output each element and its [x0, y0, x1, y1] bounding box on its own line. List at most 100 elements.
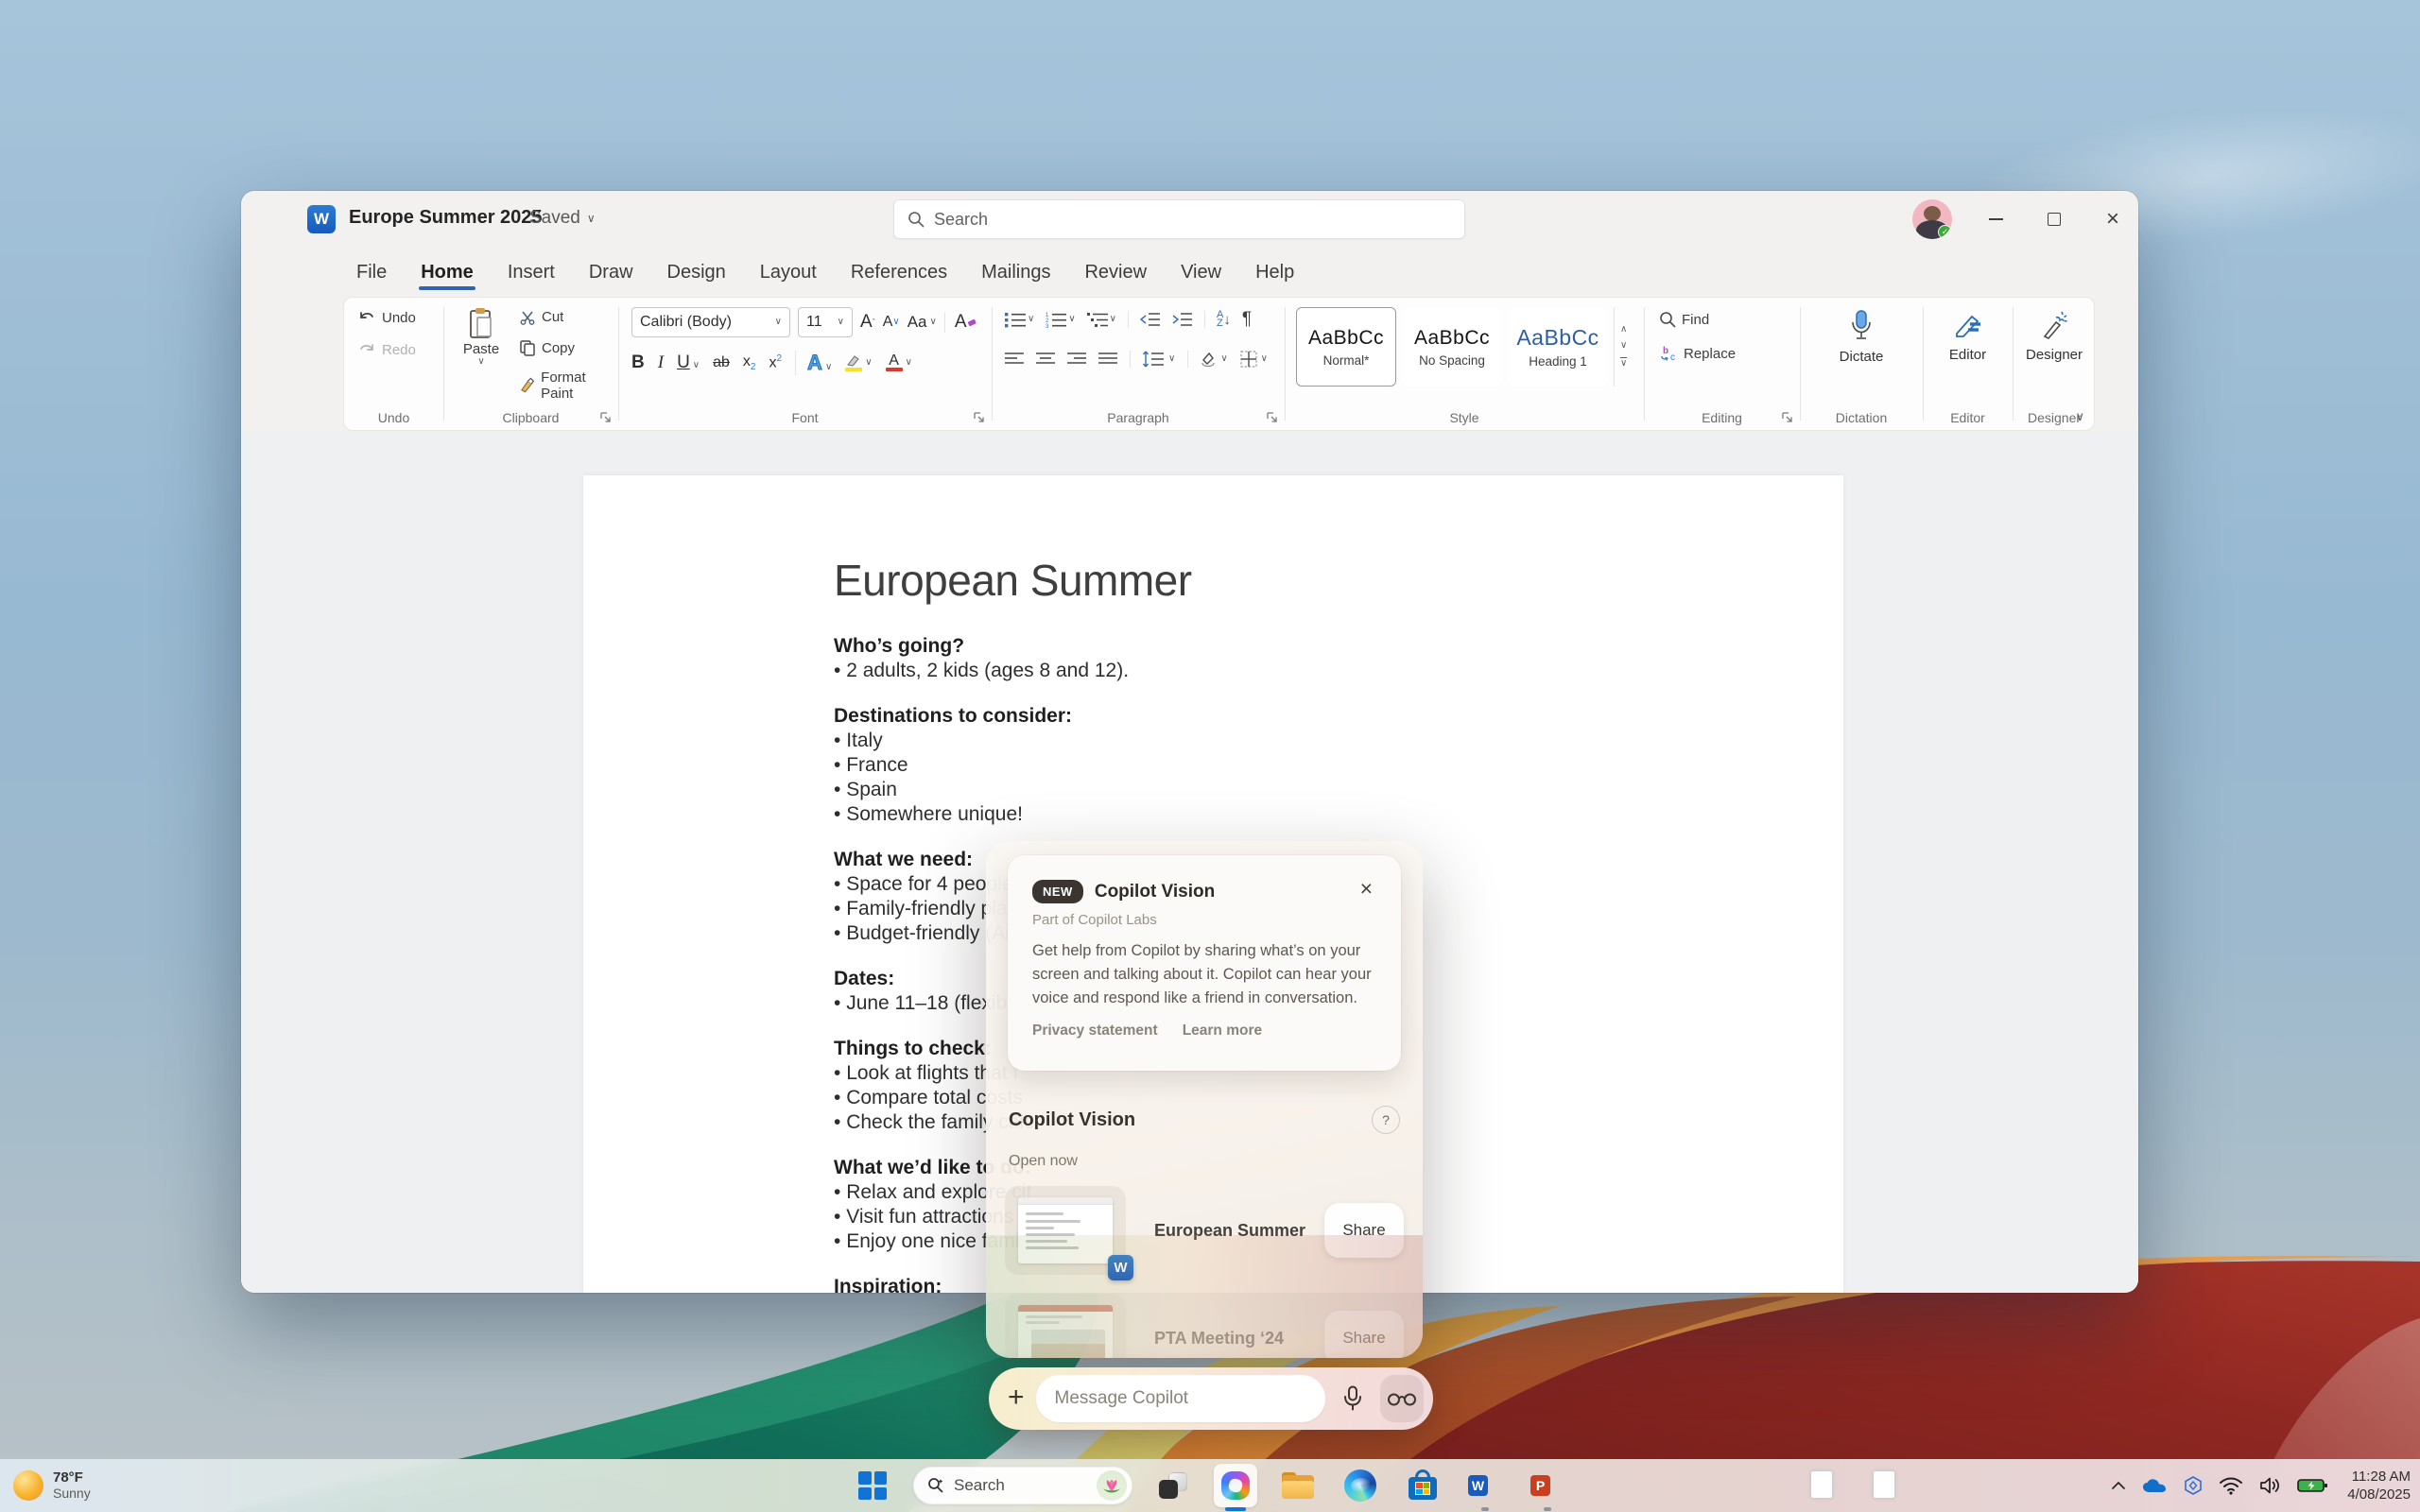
close-button[interactable]: ×: [2086, 191, 2138, 248]
tab-design[interactable]: Design: [654, 254, 739, 291]
superscript-button[interactable]: x2: [769, 353, 782, 371]
save-status[interactable]: Saved ∨: [529, 208, 596, 229]
start-button[interactable]: [851, 1464, 894, 1507]
style-gallery-more[interactable]: ∨: [1620, 357, 1627, 369]
edge-button[interactable]: [1339, 1464, 1382, 1507]
onedrive-icon[interactable]: [2141, 1477, 2168, 1494]
dictate-button[interactable]: Dictate: [1800, 309, 1923, 365]
tray-chevron-up-icon[interactable]: [2111, 1481, 2126, 1490]
powerpoint-thumbnail[interactable]: [1005, 1294, 1126, 1358]
format-painter-button[interactable]: Format Paint: [519, 369, 618, 402]
redo-button[interactable]: Redo: [357, 341, 416, 358]
tab-help[interactable]: Help: [1242, 254, 1307, 291]
paragraph-dialog-launcher[interactable]: [1266, 411, 1279, 424]
sort-button[interactable]: A Z ↓: [1204, 311, 1231, 328]
find-button[interactable]: Find: [1659, 311, 1709, 328]
wifi-icon[interactable]: [2219, 1476, 2243, 1495]
privacy-statement-link[interactable]: Privacy statement: [1032, 1022, 1158, 1040]
borders-button[interactable]: ∨: [1240, 351, 1268, 368]
undo-button[interactable]: Undo: [357, 309, 416, 326]
style-gallery-down[interactable]: ∨: [1620, 341, 1627, 351]
bullet-list-button[interactable]: ∨: [1005, 311, 1034, 328]
underline-button[interactable]: U ∨: [677, 352, 700, 373]
account-avatar[interactable]: ✓: [1912, 199, 1952, 239]
tab-layout[interactable]: Layout: [747, 254, 830, 291]
tab-home[interactable]: Home: [407, 254, 487, 291]
taskbar-clock[interactable]: 11:28 AM 4/08/2025: [2343, 1468, 2411, 1503]
file-explorer-button[interactable]: [1276, 1464, 1320, 1507]
word-search-box[interactable]: [893, 199, 1465, 239]
tab-view[interactable]: View: [1167, 254, 1235, 291]
numbered-list-button[interactable]: 123 ∨: [1046, 311, 1075, 328]
font-size-combo[interactable]: 11 ∨: [798, 307, 853, 337]
decrease-indent-button[interactable]: [1128, 311, 1161, 328]
word-doc-thumbnail[interactable]: W: [1005, 1186, 1126, 1275]
justify-button[interactable]: [1098, 352, 1117, 367]
show-formatting-button[interactable]: ¶: [1242, 309, 1252, 330]
tab-insert[interactable]: Insert: [494, 254, 568, 291]
font-family-combo[interactable]: Calibri (Body) ∨: [631, 307, 790, 337]
multilevel-list-button[interactable]: ∨: [1087, 311, 1116, 328]
change-case-button[interactable]: Aa ∨: [908, 313, 937, 332]
editor-button[interactable]: Editor: [1923, 309, 2013, 363]
clipboard-dialog-launcher[interactable]: [599, 411, 613, 424]
taskbar-search[interactable]: Search: [913, 1467, 1132, 1504]
align-center-button[interactable]: [1036, 352, 1055, 367]
maximize-button[interactable]: [2028, 191, 2081, 248]
style-normal[interactable]: AaBbCc Normal*: [1296, 307, 1396, 387]
learn-more-link[interactable]: Learn more: [1183, 1022, 1262, 1040]
copilot-vision-glasses-icon[interactable]: [1380, 1375, 1424, 1422]
task-view-button[interactable]: [1151, 1464, 1195, 1507]
plus-icon[interactable]: +: [1008, 1383, 1025, 1415]
volume-icon[interactable]: [2258, 1476, 2281, 1495]
clear-formatting-button[interactable]: A: [944, 312, 977, 333]
mic-icon[interactable]: [1337, 1385, 1369, 1412]
italic-button[interactable]: I: [658, 352, 664, 373]
help-icon[interactable]: ?: [1372, 1106, 1400, 1134]
copy-button[interactable]: Copy: [519, 339, 575, 356]
share-button[interactable]: Share: [1324, 1203, 1404, 1258]
designer-button[interactable]: Designer: [2013, 309, 2096, 363]
share-item-row[interactable]: PTA Meeting ‘24 Share: [1005, 1293, 1404, 1358]
share-item-row[interactable]: W European Summer Share: [1005, 1185, 1404, 1276]
share-button[interactable]: Share: [1324, 1311, 1404, 1358]
taskbar-copilot-button[interactable]: [1214, 1464, 1257, 1507]
tab-review[interactable]: Review: [1071, 254, 1160, 291]
cut-button[interactable]: Cut: [519, 309, 563, 325]
align-left-button[interactable]: [1005, 352, 1024, 367]
minimize-button[interactable]: [1969, 191, 2022, 248]
paste-button[interactable]: Paste ∨: [457, 307, 506, 367]
grow-font-button[interactable]: Aˆ: [860, 312, 875, 333]
subscript-button[interactable]: x2: [743, 353, 756, 372]
editing-dialog-launcher[interactable]: [1781, 411, 1794, 424]
line-spacing-button[interactable]: ∨: [1130, 351, 1175, 368]
paste-dropdown[interactable]: ∨: [457, 357, 506, 367]
close-icon[interactable]: ×: [1353, 872, 1380, 905]
battery-icon[interactable]: [2296, 1476, 2328, 1495]
weather-widget[interactable]: 78°F Sunny: [13, 1459, 91, 1512]
document-title[interactable]: Europe Summer 2025: [349, 207, 543, 229]
search-input[interactable]: [934, 210, 1451, 230]
style-heading-1[interactable]: AaBbCc Heading 1: [1508, 307, 1608, 387]
shading-button[interactable]: ∨: [1187, 351, 1227, 368]
shrink-font-button[interactable]: A∨: [883, 314, 900, 331]
tab-references[interactable]: References: [838, 254, 960, 291]
taskbar-word-button[interactable]: W: [1463, 1464, 1507, 1507]
align-right-button[interactable]: [1067, 352, 1086, 367]
tab-mailings[interactable]: Mailings: [968, 254, 1063, 291]
highlight-button[interactable]: ∨: [845, 354, 872, 371]
text-effects-button[interactable]: A ∨: [795, 351, 832, 375]
tab-draw[interactable]: Draw: [576, 254, 647, 291]
font-dialog-launcher[interactable]: [973, 411, 986, 424]
increase-indent-button[interactable]: [1172, 311, 1193, 328]
replace-button[interactable]: b c Replace: [1659, 345, 1736, 362]
strikethrough-button[interactable]: ab: [713, 354, 730, 371]
font-color-button[interactable]: A ∨: [886, 354, 912, 371]
collapse-ribbon-button[interactable]: ∨: [2075, 410, 2084, 422]
style-no-spacing[interactable]: AaBbCc No Spacing: [1402, 307, 1502, 387]
studio-effects-icon[interactable]: [2183, 1475, 2204, 1496]
taskbar-powerpoint-button[interactable]: P: [1526, 1464, 1569, 1507]
microsoft-store-button[interactable]: [1401, 1464, 1444, 1507]
tab-file[interactable]: File: [343, 254, 400, 291]
style-gallery-up[interactable]: ∧: [1620, 325, 1627, 335]
